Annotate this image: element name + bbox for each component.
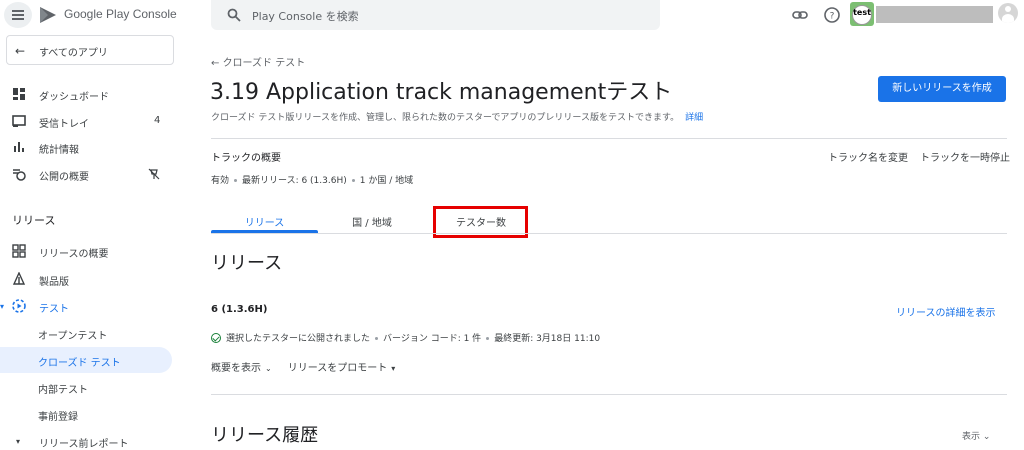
promote-release-button[interactable]: リリースをプロモート	[288, 363, 388, 374]
search-input[interactable]: Play Console を検索	[211, 0, 660, 30]
create-release-button[interactable]: 新しいリリースを作成	[878, 76, 1006, 102]
sidebar: ← すべてのアプリ ダッシュボード 受信トレイ 4 統計情報 公開の概要 リリー…	[0, 30, 180, 450]
bar-chart-icon	[14, 142, 24, 152]
all-apps-label: すべてのアプリ	[39, 48, 108, 59]
breadcrumb[interactable]: ← クローズド テスト	[211, 54, 305, 69]
divider	[211, 394, 1007, 395]
expand-caret-icon: ▾	[16, 437, 21, 446]
release-info-line: 選択したテスターに公開されました バージョン コード: 1 件 最終更新: 3月18…	[211, 331, 600, 344]
sidebar-item-production[interactable]: 製品版	[0, 266, 172, 292]
sidebar-item-publishing-overview[interactable]: 公開の概要	[0, 161, 172, 187]
sidebar-item-label: 受信トレイ	[39, 119, 89, 130]
sidebar-item-label: 統計情報	[39, 145, 79, 156]
track-state: 有効	[211, 176, 230, 186]
show-summary-button[interactable]: 概要を表示	[211, 363, 261, 374]
sidebar-item-label: リリース前レポート	[39, 439, 129, 450]
dashboard-icon	[13, 88, 25, 100]
play-console-logo-icon	[40, 7, 56, 23]
link-icon[interactable]	[791, 6, 809, 24]
sidebar-item-label: 製品版	[39, 277, 69, 288]
view-release-details-link[interactable]: リリースの詳細を表示	[896, 304, 996, 319]
back-arrow-icon: ←	[15, 44, 26, 58]
release-section-label: リリース	[12, 214, 56, 227]
release-status: 選択したテスターに公開されました	[226, 334, 371, 344]
avatar-text: test	[853, 8, 871, 17]
sidebar-item-label: 公開の概要	[39, 172, 89, 183]
sidebar-item-open-testing[interactable]: オープンテスト	[0, 320, 172, 346]
sidebar-item-label: オープンテスト	[38, 331, 108, 342]
inbox-count-badge: 4	[154, 115, 161, 126]
show-label: 表示	[962, 432, 981, 442]
testing-play-icon	[12, 299, 26, 313]
sidebar-item-closed-testing[interactable]: クローズド テスト	[0, 347, 172, 373]
sidebar-item-label: ダッシュボード	[39, 92, 109, 103]
dropdown-caret-icon: ▾	[391, 364, 396, 373]
release-overview-icon	[12, 244, 26, 258]
sidebar-item-testing[interactable]: ▾ テスト	[0, 293, 172, 319]
divider	[211, 138, 1007, 139]
page-description: クローズド テスト版リリースを作成、管理し、限られた数のテスターでアプリのプレリ…	[211, 110, 703, 123]
tab-countries-regions[interactable]: 国 / 地域	[340, 214, 404, 229]
release-section-title: リリース	[211, 253, 283, 274]
account-name-redacted	[876, 6, 993, 23]
sidebar-item-label: 事前登録	[38, 412, 78, 423]
release-history-title: リリース履歴	[211, 425, 319, 446]
learn-more-link[interactable]: 詳細	[685, 113, 703, 123]
sidebar-item-internal-testing[interactable]: 内部テスト	[0, 374, 172, 400]
breadcrumb-label: クローズド テスト	[222, 58, 306, 69]
expand-caret-icon: ▾	[0, 302, 5, 311]
latest-release: 最新リリース: 6 (1.3.6H)	[242, 176, 347, 186]
sidebar-item-label: クローズド テスト	[38, 358, 121, 369]
description-text: クローズド テスト版リリースを作成、管理し、限られた数のテスターでアプリのプレリ…	[211, 113, 680, 123]
release-name: 6 (1.3.6H)	[211, 304, 268, 315]
check-circle-icon	[211, 333, 221, 343]
sidebar-item-label: テスト	[39, 304, 69, 315]
help-icon[interactable]: ?	[823, 6, 841, 24]
sidebar-item-label: 内部テスト	[38, 385, 88, 396]
all-apps-button[interactable]: ← すべてのアプリ	[6, 35, 174, 65]
last-updated: 最終更新: 3月18日 11:10	[494, 334, 601, 344]
chevron-down-icon: ⌄	[982, 432, 991, 442]
sidebar-item-statistics[interactable]: 統計情報	[0, 134, 172, 160]
chevron-down-icon: ⌄	[265, 364, 272, 373]
inbox-icon	[12, 115, 26, 127]
managed-publishing-off-icon	[148, 168, 160, 180]
regions: 1 か国 / 地域	[359, 176, 414, 186]
tab-releases[interactable]: リリース	[211, 214, 318, 229]
release-history-show-button[interactable]: 表示 ⌄	[962, 429, 990, 442]
top-bar: Google Play Console Play Console を検索 ? t…	[0, 0, 1024, 30]
rename-track-button[interactable]: トラック名を変更	[828, 149, 908, 164]
track-overview-title: トラックの概要	[211, 153, 281, 164]
search-icon	[227, 8, 241, 22]
brand-name: Google Play Console	[64, 7, 177, 21]
pause-track-button[interactable]: トラックを一時停止	[920, 149, 1010, 164]
release-actions: 概要を表示 ⌄ リリースをプロモート ▾	[211, 359, 395, 374]
page-title: 3.19 Application track managementテスト	[210, 80, 673, 105]
version-codes: バージョン コード: 1 件	[383, 334, 482, 344]
sidebar-item-pre-launch-report[interactable]: ▾ リリース前レポート	[0, 428, 172, 450]
production-icon	[12, 272, 26, 285]
sidebar-item-inbox[interactable]: 受信トレイ 4	[0, 108, 172, 134]
menu-icon[interactable]	[4, 2, 32, 28]
svg-text:?: ?	[830, 12, 835, 22]
sidebar-item-release-overview[interactable]: リリースの概要	[0, 238, 172, 264]
track-status-line: 有効 最新リリース: 6 (1.3.6H) 1 か国 / 地域	[211, 173, 413, 186]
sidebar-item-pre-registration[interactable]: 事前登録	[0, 401, 172, 427]
sidebar-item-label: リリースの概要	[39, 249, 109, 260]
profile-avatar[interactable]	[998, 3, 1018, 23]
developer-account-avatar[interactable]: test	[850, 2, 874, 26]
tabs-divider	[211, 233, 1007, 234]
publishing-clock-icon	[13, 169, 26, 181]
main-content: ← クローズド テスト 3.19 Application track manag…	[180, 30, 1024, 450]
search-placeholder: Play Console を検索	[252, 10, 359, 23]
sidebar-item-dashboard[interactable]: ダッシュボード	[0, 81, 172, 107]
